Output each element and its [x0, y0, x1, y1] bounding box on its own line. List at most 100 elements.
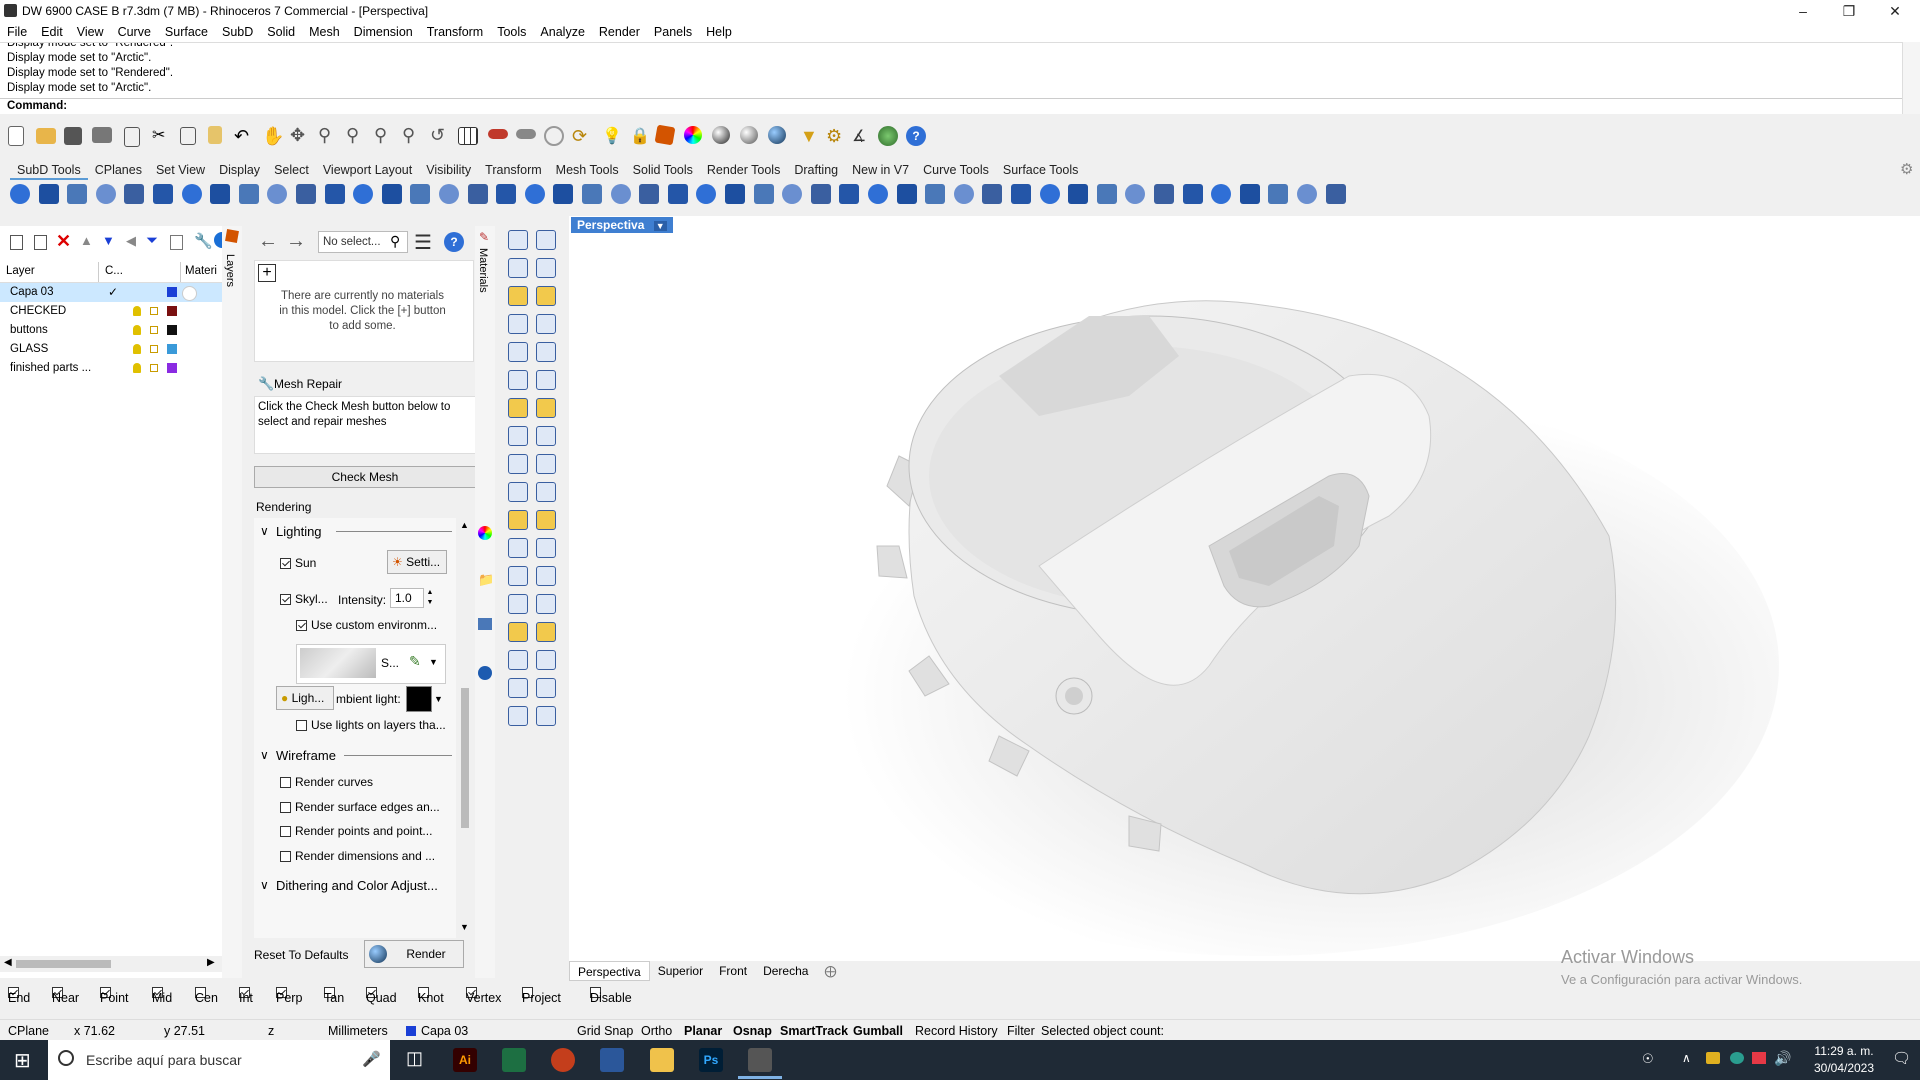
materials-side-tab[interactable]: ✎ Materials 📁 [475, 226, 495, 978]
menu-curve[interactable]: Curve [111, 22, 158, 42]
modeling-tool-icon[interactable] [536, 426, 556, 446]
tab-subd-tools[interactable]: SubD Tools [10, 160, 88, 180]
light-bulb-icon[interactable] [133, 363, 141, 373]
subd-tool-icon[interactable] [181, 184, 202, 204]
clock-time[interactable]: 11:29 a. m. [1804, 1044, 1884, 1058]
modeling-tool-icon[interactable] [536, 398, 556, 418]
status-ortho[interactable]: Ortho [641, 1020, 672, 1042]
environment-icon[interactable] [478, 618, 492, 630]
tab-transform[interactable]: Transform [478, 160, 549, 180]
viewport-tab-derecha[interactable]: Derecha [755, 961, 816, 981]
subd-tool-icon[interactable] [1211, 184, 1232, 204]
unlock-icon[interactable] [150, 307, 158, 315]
status-osnap[interactable]: Osnap [733, 1020, 772, 1042]
material-circle-icon[interactable] [182, 286, 197, 301]
zoom-extents-icon[interactable]: ⚲ [374, 125, 396, 147]
subd-tool-icon[interactable] [782, 184, 803, 204]
rotate-view-icon[interactable]: ✥ [290, 125, 312, 147]
new-file-icon[interactable] [8, 126, 24, 146]
command-scrollbar[interactable] [1902, 42, 1920, 114]
lights-on-layers-checkbox[interactable]: Use lights on layers tha... [296, 718, 446, 732]
menu-transform[interactable]: Transform [420, 22, 491, 42]
tab-cplanes[interactable]: CPlanes [88, 160, 149, 180]
clock-date[interactable]: 30/04/2023 [1804, 1061, 1884, 1075]
subd-tool-icon[interactable] [267, 184, 288, 204]
render-curves-checkbox[interactable]: Render curves [280, 775, 373, 789]
unlock-icon[interactable] [150, 345, 158, 353]
modeling-tool-icon[interactable] [508, 510, 528, 530]
sun-settings-button[interactable]: ☀ Setti... [387, 550, 447, 574]
menu-file[interactable]: File [0, 22, 34, 42]
help-icon[interactable]: ? [444, 232, 464, 252]
rendering-scrollbar[interactable]: ▲ ▼ [458, 518, 472, 938]
globe-icon[interactable] [878, 126, 898, 146]
chevron-down-icon[interactable]: ▼ [434, 694, 443, 704]
subd-tool-icon[interactable] [1068, 184, 1089, 204]
dithering-section-title[interactable]: Dithering and Color Adjust... [276, 878, 438, 893]
zoom-selected-icon[interactable]: ⚲ [402, 125, 424, 147]
menu-view[interactable]: View [70, 22, 111, 42]
render-sphere-icon[interactable] [712, 126, 730, 144]
subd-tool-icon[interactable] [238, 184, 259, 204]
sun-checkbox[interactable]: Sun [280, 556, 316, 570]
photoshop-app-icon[interactable]: Ps [699, 1048, 723, 1072]
microphone-icon[interactable]: 🎤 [362, 1050, 381, 1068]
modeling-tool-icon[interactable] [536, 370, 556, 390]
tab-render-tools[interactable]: Render Tools [700, 160, 787, 180]
viewport-title[interactable]: Perspectiva ▼ [571, 217, 673, 233]
move-up-icon[interactable]: ▲ [80, 233, 93, 248]
check-mesh-button[interactable]: Check Mesh [254, 466, 476, 488]
menu-dimension[interactable]: Dimension [347, 22, 420, 42]
subd-tool-icon[interactable] [296, 184, 316, 204]
zoom-icon[interactable]: ⚲ [318, 125, 340, 147]
modeling-tool-icon[interactable] [536, 314, 556, 334]
pan-hand-icon[interactable]: ✋ [262, 126, 284, 148]
menu-solid[interactable]: Solid [260, 22, 302, 42]
subd-tool-icon[interactable] [667, 184, 688, 204]
illustrator-app-icon[interactable]: Ai [453, 1048, 477, 1072]
layer-row[interactable]: finished parts ... [0, 359, 222, 378]
new-layer-icon[interactable] [10, 235, 23, 250]
open-folder-icon[interactable] [36, 128, 56, 144]
ambient-color-swatch[interactable] [406, 686, 432, 712]
modeling-tool-icon[interactable] [536, 286, 556, 306]
tab-new-in-v7[interactable]: New in V7 [845, 160, 916, 180]
modeling-tool-icon[interactable] [508, 650, 528, 670]
lighting-section-title[interactable]: Lighting [276, 524, 322, 539]
tab-drafting[interactable]: Drafting [787, 160, 845, 180]
paste-icon[interactable] [208, 126, 222, 144]
subd-tool-icon[interactable] [1268, 184, 1289, 204]
viewport-tab-perspectiva[interactable]: Perspectiva [569, 961, 650, 981]
ghost-car-icon[interactable] [516, 129, 536, 139]
zoom-window-icon[interactable]: ⚲ [346, 125, 368, 147]
import-icon[interactable] [124, 127, 140, 147]
environment-selector[interactable]: S... ✎ ▼ [296, 644, 446, 684]
layer-color-swatch[interactable] [167, 363, 177, 373]
cut-icon[interactable]: ✂ [152, 128, 174, 150]
taskbar-search[interactable]: Escribe aquí para buscar 🎤 [48, 1040, 390, 1080]
new-sublayer-icon[interactable] [34, 235, 47, 250]
status-units[interactable]: Millimeters [328, 1020, 388, 1042]
tab-set-view[interactable]: Set View [149, 160, 212, 180]
modeling-tool-icon[interactable] [508, 258, 528, 278]
modeling-tool-icon[interactable] [536, 622, 556, 642]
modeling-tool-icon[interactable] [536, 230, 556, 250]
layer-color-swatch[interactable] [167, 325, 177, 335]
subd-tool-icon[interactable] [1096, 184, 1117, 204]
scroll-left-icon[interactable]: ◀ [4, 957, 12, 968]
add-viewport-icon[interactable]: ⨁ [816, 961, 844, 981]
modeling-tool-icon[interactable] [508, 678, 528, 698]
menu-edit[interactable]: Edit [34, 22, 70, 42]
excel-app-icon[interactable] [502, 1048, 526, 1072]
back-arrow-icon[interactable]: ← [258, 230, 278, 253]
reset-defaults-button[interactable]: Reset To Defaults [254, 948, 349, 962]
tab-surface-tools[interactable]: Surface Tools [996, 160, 1086, 180]
subd-tool-icon[interactable] [753, 184, 774, 204]
chevron-down-icon[interactable]: ∨ [260, 878, 269, 892]
subd-tool-icon[interactable] [1154, 184, 1174, 204]
chevron-down-icon[interactable]: ∨ [260, 524, 269, 538]
viewport-tab-front[interactable]: Front [711, 961, 755, 981]
people-icon[interactable]: ☉ [1642, 1051, 1654, 1067]
subd-tool-icon[interactable] [496, 184, 517, 204]
modeling-tool-icon[interactable] [508, 426, 528, 446]
